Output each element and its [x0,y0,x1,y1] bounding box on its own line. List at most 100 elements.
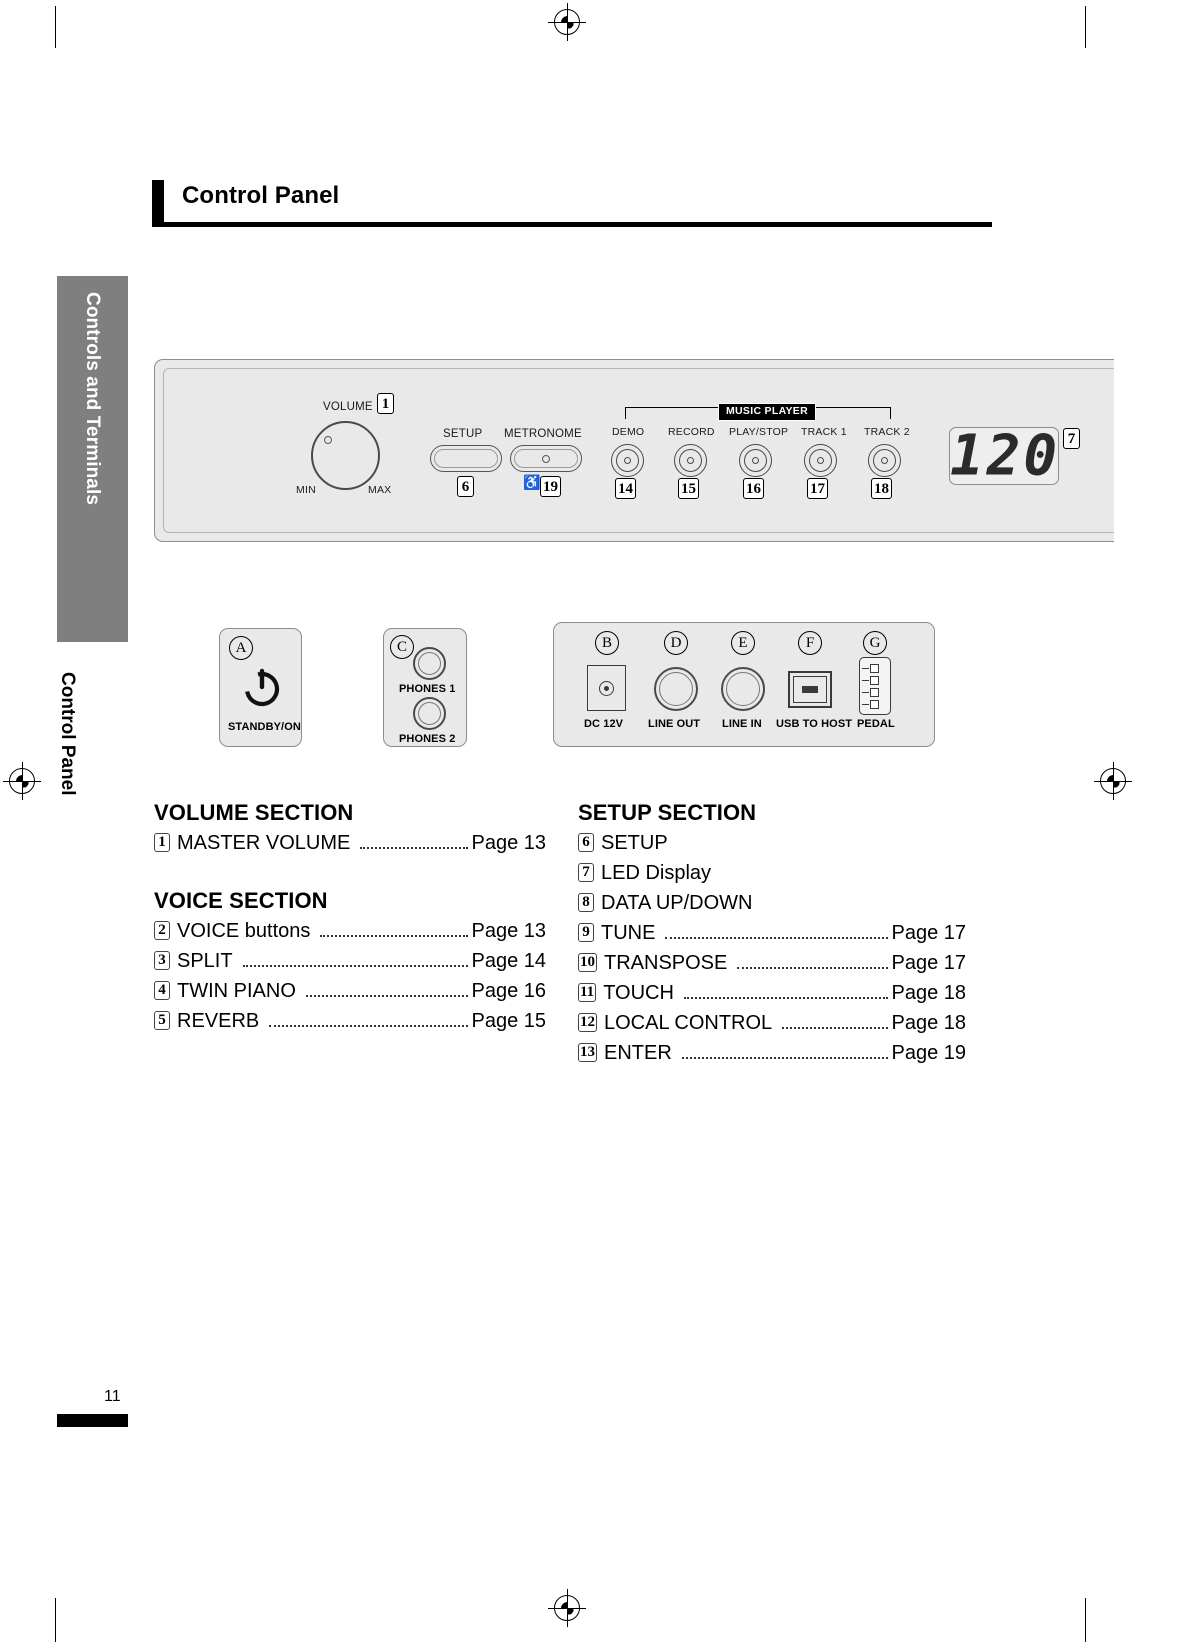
standby-on-group: A STANDBY/ON [219,628,302,747]
legend-page-transpose: Page 17 [891,952,966,974]
led-display: 120 [949,424,1059,489]
play-stop-button-label: PLAY/STOP [729,426,789,438]
setup-button-label: SETUP [443,428,483,440]
pedal-contact-4-icon [862,704,869,706]
metronome-button[interactable] [510,445,582,472]
legend-leader [269,1025,469,1027]
legend-leader [683,997,889,999]
legend-item-led-display: 7 LED Display [578,858,966,888]
legend-column-left: VOLUME SECTION 1 MASTER VOLUME Page 13 V… [154,800,546,1036]
legend-page-reverb: Page 15 [471,1010,546,1032]
legend-heading-setup-section: SETUP SECTION [578,800,757,825]
legend-item-voice-buttons: 2 VOICE buttons Page 13 [154,916,546,946]
legend-spacer [154,858,546,888]
legend-item-master-volume: 1 MASTER VOLUME Page 13 [154,828,546,858]
legend-label-split: SPLIT [177,950,233,972]
legend-num-3: 3 [154,951,170,970]
sidebar-tab-controls-and-terminals: Controls and Terminals [57,276,128,642]
legend-page-twin-piano: Page 16 [471,980,546,1002]
legend-item-enter: 13 ENTER Page 19 [578,1038,966,1068]
callout-16: 16 [743,478,764,499]
sidebar-tab-upper-label: Controls and Terminals [82,292,103,505]
legend-label-tune: TUNE [601,922,656,944]
usb-to-host-label: USB TO HOST [776,718,853,730]
volume-max-label: MAX [368,484,392,496]
page-title: Control Panel [182,182,340,209]
legend-item-reverb: 5 REVERB Page 15 [154,1006,546,1036]
legend-item-local-control: 12 LOCAL CONTROL Page 18 [578,1008,966,1038]
legend-num-12: 12 [578,1013,597,1032]
legend-num-4: 4 [154,981,170,1000]
setup-button[interactable] [430,445,502,472]
badge-g: G [863,631,887,655]
crop-mark-top-right-vertical [1085,6,1086,48]
play-stop-button[interactable] [739,444,772,477]
legend-page-local-control: Page 18 [891,1012,966,1034]
legend-label-twin-piano: TWIN PIANO [177,980,296,1002]
pedal-pin-2-icon [870,676,879,685]
usb-slot-icon [802,686,818,693]
badge-e: E [731,631,755,655]
crop-mark-bottom-left-vertical [55,1598,56,1642]
legend-label-led-display: LED Display [601,862,712,884]
legend-column-right: SETUP SECTION 6 SETUP 7 LED Display 8 DA… [578,800,966,1068]
callout-17: 17 [807,478,828,499]
pedal-contact-2-icon [862,680,869,682]
legend-page-voice-buttons: Page 13 [471,920,546,942]
legend-label-voice-buttons: VOICE buttons [177,920,311,942]
legend-label-transpose: TRANSPOSE [604,952,728,974]
legend-heading-voice-section: VOICE SECTION [154,888,328,913]
legend-page-master-volume: Page 13 [471,832,546,854]
page-number: 11 [104,1388,121,1405]
callout-15: 15 [678,478,699,499]
track-2-button[interactable] [868,444,901,477]
standby-on-button[interactable] [240,665,284,709]
legend-item-split: 3 SPLIT Page 14 [154,946,546,976]
line-in-jack[interactable] [721,667,765,711]
registration-mark-right [1094,762,1132,800]
pedal-connector[interactable] [859,657,891,715]
phones-2-jack[interactable] [413,697,446,730]
dc-12v-jack[interactable] [587,665,626,711]
record-button[interactable] [674,444,707,477]
legend-num-9: 9 [578,923,594,942]
badge-f: F [798,631,822,655]
setup-button-inner [434,449,498,468]
demo-button[interactable] [611,444,644,477]
legend-item-transpose: 10 TRANSPOSE Page 17 [578,948,966,978]
volume-label: VOLUME [323,401,373,413]
phones-1-jack[interactable] [413,647,446,680]
callout-19: 19 [540,476,561,497]
page-title-rule [152,222,992,227]
legend-label-setup: SETUP [601,832,668,854]
legend-leader [681,1057,889,1059]
legend-leader [360,847,469,849]
crop-mark-bottom-right-vertical [1085,1598,1086,1642]
legend-leader [320,935,469,937]
track-1-button[interactable] [804,444,837,477]
demo-button-label: DEMO [612,426,645,438]
usb-to-host-port[interactable] [788,671,832,708]
metronome-button-label: METRONOME [504,428,582,440]
master-volume-knob[interactable] [311,421,380,490]
legend-label-touch: TOUCH [603,982,674,1004]
callout-18: 18 [871,478,892,499]
legend-page-enter: Page 19 [891,1042,966,1064]
legend-item-twin-piano: 4 TWIN PIANO Page 16 [154,976,546,1006]
legend-item-setup: 6 SETUP [578,828,966,858]
legend-item-data-up-down: 8 DATA UP/DOWN [578,888,966,918]
crop-mark-top-left-vertical [55,6,56,48]
line-out-jack[interactable] [654,667,698,711]
music-player-group-label: MUSIC PLAYER [718,403,816,421]
legend-leader [665,937,889,939]
legend-num-13: 13 [578,1043,597,1062]
callout-14: 14 [615,478,636,499]
led-display-value: 120 [950,423,1061,489]
volume-min-label: MIN [296,484,316,496]
callout-1: 1 [377,393,394,414]
legend-num-2: 2 [154,921,170,940]
metronome-icon: ♿ [523,474,541,490]
dc-12v-label: DC 12V [584,718,624,730]
legend-page-split: Page 14 [471,950,546,972]
registration-mark-top [548,3,586,41]
